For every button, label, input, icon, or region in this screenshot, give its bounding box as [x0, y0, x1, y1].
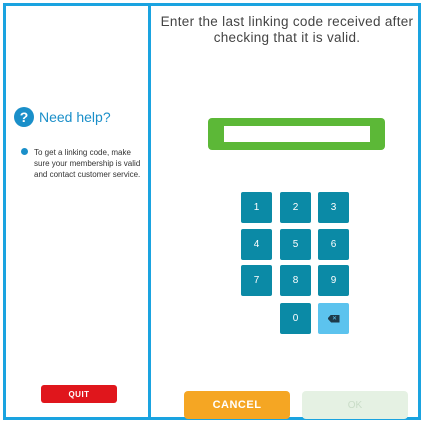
- key-7[interactable]: 7: [241, 265, 272, 296]
- key-5[interactable]: 5: [280, 229, 311, 260]
- key-1[interactable]: 1: [241, 192, 272, 223]
- key-8[interactable]: 8: [280, 265, 311, 296]
- instructions-text: Enter the last linking code received aft…: [160, 14, 414, 45]
- help-header: ? Need help?: [14, 106, 111, 128]
- backspace-icon: ✕: [327, 314, 340, 323]
- cancel-button[interactable]: CANCEL: [184, 391, 290, 419]
- key-0[interactable]: 0: [280, 303, 311, 334]
- key-2[interactable]: 2: [280, 192, 311, 223]
- ok-button[interactable]: OK: [302, 391, 408, 419]
- key-6[interactable]: 6: [318, 229, 349, 260]
- backspace-button[interactable]: ✕: [318, 303, 349, 334]
- help-text: To get a linking code, make sure your me…: [34, 148, 141, 179]
- question-icon: ?: [14, 107, 34, 127]
- linking-code-input[interactable]: [224, 126, 370, 142]
- kiosk-frame: [3, 3, 421, 420]
- help-title: Need help?: [39, 109, 111, 125]
- panel-divider: [148, 3, 151, 420]
- key-9[interactable]: 9: [318, 265, 349, 296]
- key-3[interactable]: 3: [318, 192, 349, 223]
- bullet-icon: [21, 148, 28, 155]
- quit-button[interactable]: QUIT: [41, 385, 117, 403]
- key-4[interactable]: 4: [241, 229, 272, 260]
